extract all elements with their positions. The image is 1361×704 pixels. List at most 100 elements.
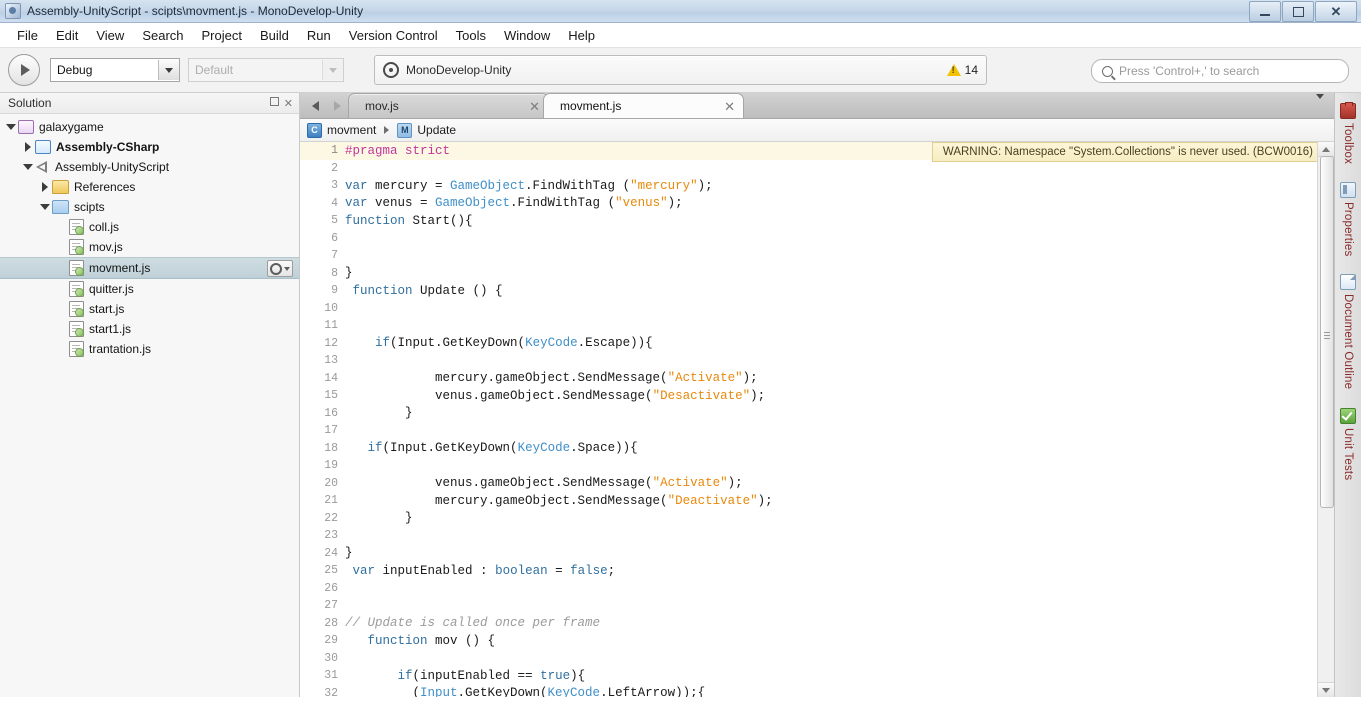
tree-item-trantation-js[interactable]: trantation.js	[0, 339, 299, 359]
code-line[interactable]: 6	[300, 230, 1317, 248]
configuration-dropdown[interactable]: Debug	[50, 58, 180, 82]
tree-item-galaxygame[interactable]: galaxygame	[0, 117, 299, 137]
menu-item-window[interactable]: Window	[495, 25, 559, 46]
code-line[interactable]: 13	[300, 352, 1317, 370]
tree-item-start1-js[interactable]: start1.js	[0, 319, 299, 339]
pad-dock-button[interactable]	[269, 97, 279, 109]
code-line[interactable]: 11	[300, 317, 1317, 335]
code-line[interactable]: 2	[300, 160, 1317, 178]
scroll-down-button[interactable]	[1318, 682, 1334, 697]
code-line[interactable]: 26	[300, 580, 1317, 598]
tree-item-movment-js[interactable]: movment.js	[0, 257, 299, 279]
code-line[interactable]: 25 var inputEnabled : boolean = false;	[300, 562, 1317, 580]
tree-item-coll-js[interactable]: coll.js	[0, 217, 299, 237]
code-line[interactable]: 17	[300, 422, 1317, 440]
right-dock-tab-toolbox[interactable]: Toolbox	[1336, 97, 1360, 174]
right-dock-tab-unit-tests[interactable]: Unit Tests	[1336, 402, 1360, 490]
code-line[interactable]: 23	[300, 527, 1317, 545]
tree-item-quitter-js[interactable]: quitter.js	[0, 279, 299, 299]
menu-item-file[interactable]: File	[8, 25, 47, 46]
document-tab-movment-js[interactable]: movment.js ✕	[543, 93, 744, 118]
right-dock-tab-label: Properties	[1342, 202, 1354, 257]
code-line[interactable]: 9 function Update () {	[300, 282, 1317, 300]
expander-collapse-icon[interactable]	[38, 204, 52, 210]
search-input[interactable]: Press 'Control+,' to search	[1091, 59, 1349, 83]
right-dock-tab-properties[interactable]: Properties	[1336, 176, 1360, 266]
code-line[interactable]: 19	[300, 457, 1317, 475]
menu-item-help[interactable]: Help	[559, 25, 604, 46]
tree-item-scipts[interactable]: scipts	[0, 197, 299, 217]
pad-close-button[interactable]: ✕	[284, 97, 293, 110]
tree-item-references[interactable]: References	[0, 177, 299, 197]
restore-button[interactable]	[1282, 1, 1314, 22]
run-button[interactable]	[8, 54, 40, 86]
code-line[interactable]: 29 function mov () {	[300, 632, 1317, 650]
code-line[interactable]: 28 // Update is called once per frame	[300, 615, 1317, 633]
expander-expand-icon[interactable]	[38, 182, 52, 192]
code-line[interactable]: 15 venus.gameObject.SendMessage("Desacti…	[300, 387, 1317, 405]
code-line[interactable]: 22 }	[300, 510, 1317, 528]
editor-vertical-scrollbar[interactable]	[1317, 142, 1334, 697]
code-line[interactable]: 20 venus.gameObject.SendMessage("Activat…	[300, 475, 1317, 493]
warning-tooltip[interactable]: WARNING: Namespace "System.Collections" …	[931, 142, 1334, 162]
code-lines[interactable]: 1 #pragma strict 2 3 var mercury = GameObjec…	[300, 142, 1317, 697]
tree-item-label: start.js	[89, 302, 125, 316]
code-line[interactable]: 12 if(Input.GetKeyDown(KeyCode.Escape)){	[300, 335, 1317, 353]
tree-item-options-button[interactable]	[267, 260, 293, 277]
expander-expand-icon[interactable]	[21, 142, 35, 152]
code-line[interactable]: 16 }	[300, 405, 1317, 423]
expander-collapse-icon[interactable]	[4, 124, 18, 130]
tree-item-assembly-unityscript[interactable]: Assembly-UnityScript	[0, 157, 299, 177]
tab-back-button[interactable]	[304, 93, 326, 118]
menu-item-edit[interactable]: Edit	[47, 25, 87, 46]
line-source: if(inputEnabled == true){	[397, 668, 586, 683]
line-number: 7	[331, 249, 338, 263]
expander-collapse-icon[interactable]	[21, 164, 35, 170]
menu-item-build[interactable]: Build	[251, 25, 298, 46]
menu-item-search[interactable]: Search	[133, 25, 192, 46]
document-tab-close-icon[interactable]: ✕	[724, 100, 735, 113]
right-dock-tab-document-outline[interactable]: Document Outline	[1336, 268, 1360, 399]
document-tab-close-icon[interactable]: ✕	[529, 100, 540, 113]
tab-forward-button[interactable]	[326, 93, 348, 118]
tree-item-mov-js[interactable]: mov.js	[0, 237, 299, 257]
minimize-button[interactable]	[1249, 1, 1281, 22]
code-line[interactable]: 31 if(inputEnabled == true){	[300, 667, 1317, 685]
line-source: venus.gameObject.SendMessage("Desactivat…	[345, 388, 766, 403]
scroll-up-button[interactable]	[1318, 142, 1334, 157]
platform-dropdown[interactable]: Default	[188, 58, 344, 82]
breadcrumb-method[interactable]: Update	[417, 123, 456, 137]
menu-item-project[interactable]: Project	[193, 25, 251, 46]
code-line[interactable]: 3 var mercury = GameObject.FindWithTag ("…	[300, 177, 1317, 195]
workspace: Solution ✕ galaxygame Assembly-CSharp Asse…	[0, 93, 1361, 697]
code-line[interactable]: 7	[300, 247, 1317, 265]
code-line[interactable]: 30	[300, 650, 1317, 668]
code-line[interactable]: 5 function Start(){	[300, 212, 1317, 230]
tree-item-assembly-csharp[interactable]: Assembly-CSharp	[0, 137, 299, 157]
code-line[interactable]: 8}	[300, 265, 1317, 283]
status-widget[interactable]: MonoDevelop-Unity 14	[374, 55, 987, 85]
method-icon: M	[397, 122, 413, 138]
code-line[interactable]: 10	[300, 300, 1317, 318]
chevron-up-icon	[1322, 146, 1330, 152]
scrollbar-thumb[interactable]	[1320, 156, 1334, 508]
tree-item-start-js[interactable]: start.js	[0, 299, 299, 319]
line-number: 30	[324, 651, 338, 665]
close-button[interactable]: ✕	[1315, 1, 1357, 22]
code-line[interactable]: 21 mercury.gameObject.SendMessage("Deact…	[300, 492, 1317, 510]
code-line[interactable]: 18 if(Input.GetKeyDown(KeyCode.Space)){	[300, 440, 1317, 458]
code-line[interactable]: 24}	[300, 545, 1317, 563]
code-line[interactable]: 4 var venus = GameObject.FindWithTag ("ve…	[300, 195, 1317, 213]
code-line[interactable]: 14 mercury.gameObject.SendMessage("Activ…	[300, 370, 1317, 388]
menu-item-view[interactable]: View	[87, 25, 133, 46]
breadcrumb-class[interactable]: movment	[327, 123, 376, 137]
code-line[interactable]: 32 (Input.GetKeyDown(KeyCode.LeftArrow))…	[300, 685, 1317, 697]
right-dock-tab-label: Unit Tests	[1342, 427, 1354, 480]
line-number: 6	[331, 231, 338, 245]
menu-item-tools[interactable]: Tools	[447, 25, 495, 46]
document-tab-mov-js[interactable]: mov.js ✕	[348, 93, 549, 118]
code-line[interactable]: 27	[300, 597, 1317, 615]
menu-item-run[interactable]: Run	[298, 25, 340, 46]
menu-item-version-control[interactable]: Version Control	[340, 25, 447, 46]
tab-list-dropdown[interactable]	[1316, 94, 1324, 113]
